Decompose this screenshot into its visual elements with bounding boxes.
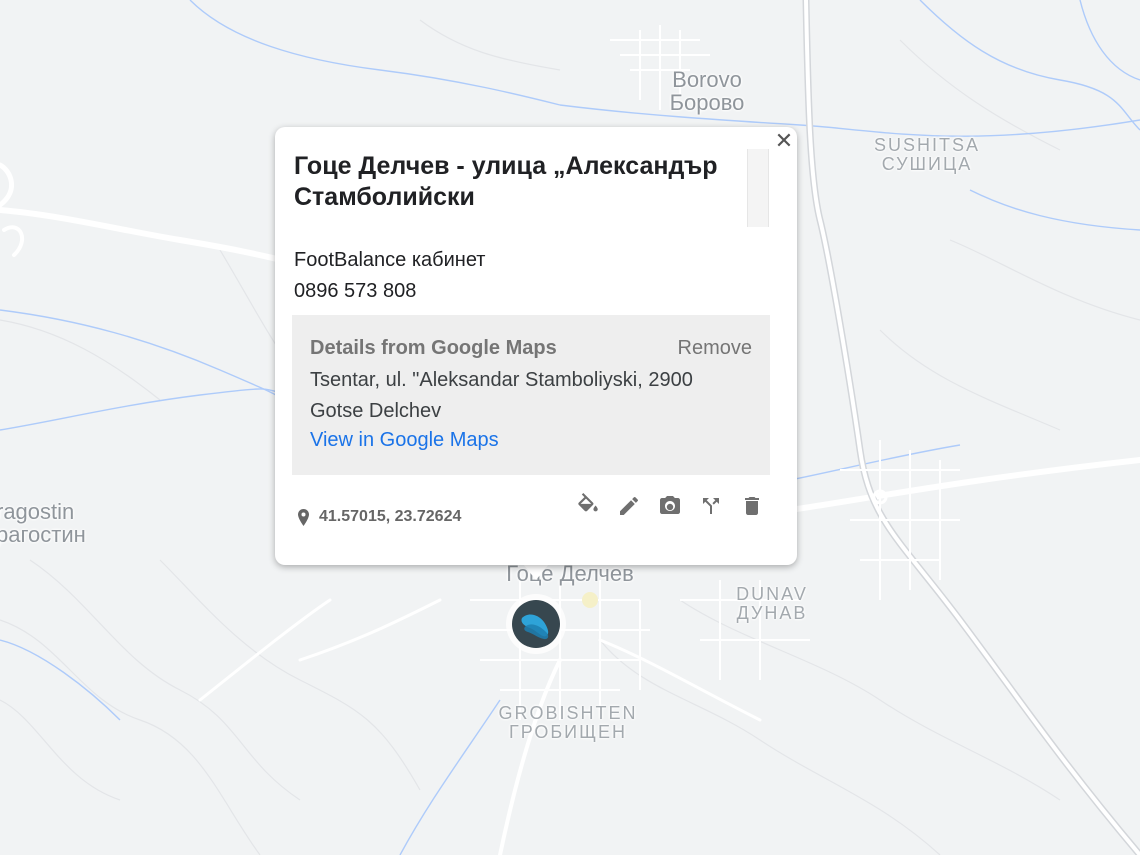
popup-toolbar	[575, 491, 765, 521]
title-scrollbar[interactable]	[747, 149, 769, 227]
remove-button[interactable]: Remove	[678, 337, 752, 360]
place-latin: SUSHITSA	[873, 135, 981, 155]
trash-icon[interactable]	[739, 491, 765, 521]
location-pin-icon	[298, 508, 309, 526]
details-heading: Details from Google Maps	[310, 337, 557, 359]
paint-bucket-icon[interactable]	[575, 491, 601, 521]
place-cyrillic: Гоце Делчев	[506, 561, 634, 586]
place-label-sushitsa: SUSHITSA СУШИЦА	[862, 136, 992, 174]
place-cyrillic: ДУНАВ	[736, 602, 808, 623]
place-latin: ragostin	[0, 499, 75, 524]
place-latin: Borovo	[672, 67, 742, 92]
pencil-icon[interactable]	[616, 491, 642, 521]
place-label-grobishten: GROBISHTEN ГРОБИЩЕН	[488, 704, 648, 742]
place-label-dunav: DUNAV ДУНАВ	[722, 585, 822, 623]
map-marker[interactable]	[506, 594, 566, 654]
place-latin: GROBISHTEN	[498, 703, 638, 723]
details-address: Tsentar, ul. "Aleksandar Stamboliyski, 2…	[310, 369, 693, 422]
place-cyrillic: рагостин	[0, 522, 86, 548]
coordinates: 41.57015, 23.72624	[298, 508, 461, 526]
place-label-borovo: Borovo Борово	[652, 68, 762, 114]
popup-description: FootBalance кабинет 0896 573 808	[294, 245, 754, 307]
google-maps-details: Details from Google Maps Remove Tsentar,…	[292, 315, 770, 475]
view-in-google-maps-link[interactable]: View in Google Maps	[310, 428, 499, 452]
place-cyrillic: СУШИЦА	[881, 153, 973, 174]
place-cyrillic: Борово	[669, 90, 745, 116]
feature-info-popup: ✕ Гоце Делчев - улица „Александър Стамбо…	[275, 127, 797, 565]
place-latin: DUNAV	[736, 584, 808, 604]
close-icon[interactable]: ✕	[773, 131, 795, 153]
popup-title: Гоце Делчев - улица „Александър Стамболи…	[294, 152, 718, 211]
description-line: 0896 573 808	[294, 280, 417, 302]
camera-icon[interactable]	[657, 491, 683, 521]
directions-icon[interactable]	[698, 491, 724, 521]
footprint-icon	[512, 600, 560, 648]
coordinates-text: 41.57015, 23.72624	[319, 508, 462, 525]
place-label-dragostin: ragostin рагостин	[0, 500, 96, 546]
place-cyrillic: ГРОБИЩЕН	[509, 721, 627, 742]
popup-pointer	[523, 564, 549, 580]
place-label-gotse-delchev: Гоце Делчев	[490, 562, 650, 585]
description-line: FootBalance кабинет	[294, 249, 486, 271]
